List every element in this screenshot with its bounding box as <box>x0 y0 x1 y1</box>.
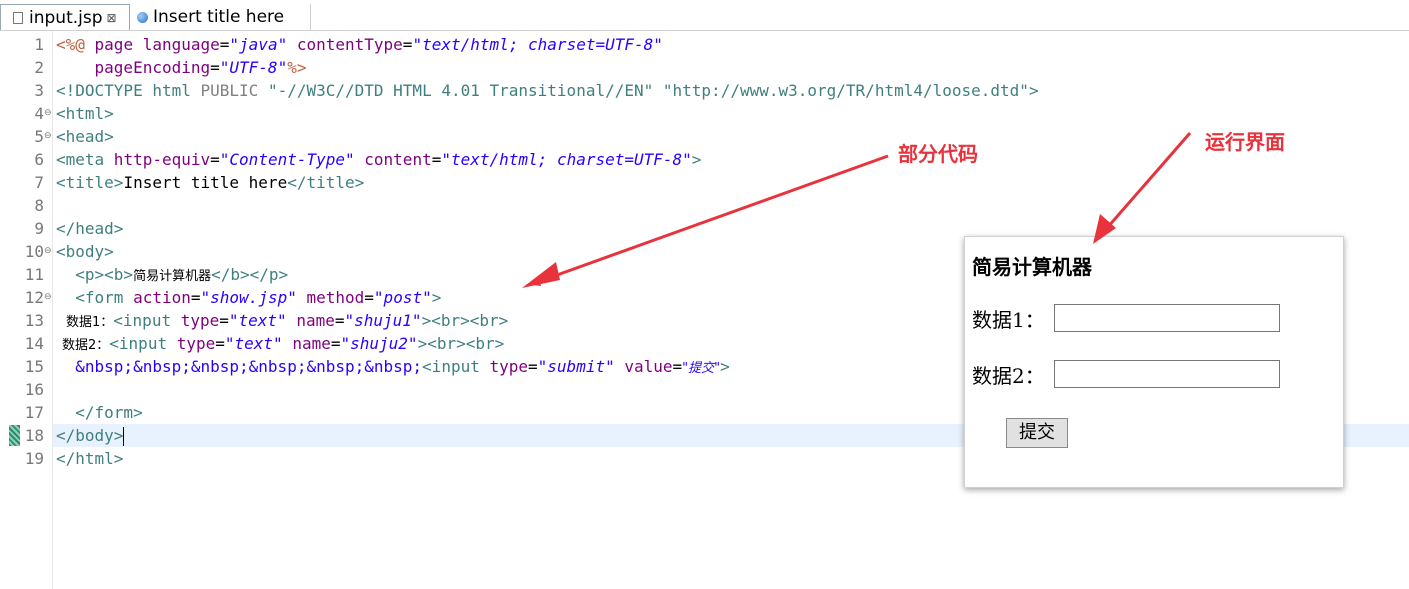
annotation-arrows <box>522 132 1192 288</box>
arrowhead-code-icon <box>522 262 560 288</box>
arrow-to-preview <box>1098 132 1192 237</box>
arrowhead-preview-icon <box>1093 214 1116 244</box>
arrow-to-code <box>530 154 889 286</box>
